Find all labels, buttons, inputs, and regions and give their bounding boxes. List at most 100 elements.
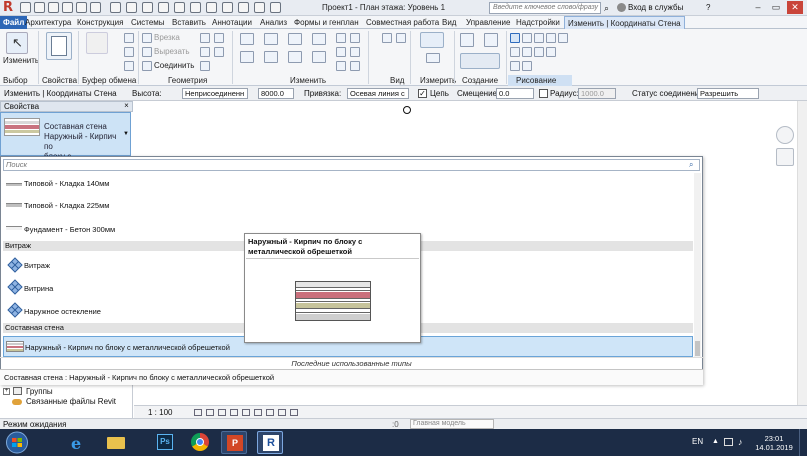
paste-icon[interactable] xyxy=(86,32,108,54)
draw-arc-tangent-icon[interactable] xyxy=(534,47,544,57)
list-item[interactable]: Типовой - Кладка 225мм xyxy=(3,197,693,217)
split-icon[interactable] xyxy=(336,33,346,43)
unjoin-icon[interactable] xyxy=(200,61,210,71)
list-item[interactable]: Типовой - Кладка 140мм xyxy=(3,176,693,196)
undo-icon[interactable] xyxy=(62,2,73,13)
draw-fillet-arc-icon[interactable] xyxy=(546,47,556,57)
align-icon[interactable] xyxy=(240,33,254,45)
dropdown-scrollbar[interactable] xyxy=(694,173,701,358)
customize-qat-icon[interactable] xyxy=(270,2,281,13)
mirror-draw-icon[interactable] xyxy=(312,33,326,45)
close-button[interactable]: ✕ xyxy=(787,1,803,14)
tab-annotate[interactable]: Аннотации xyxy=(209,16,255,29)
language-indicator[interactable]: EN xyxy=(692,437,703,446)
offset-input[interactable]: 0.0 xyxy=(496,88,534,99)
revit-taskbar-icon[interactable]: R xyxy=(257,431,283,454)
visual-style-icon[interactable] xyxy=(206,409,214,416)
minimize-button[interactable]: – xyxy=(750,1,766,14)
tab-manage[interactable]: Управление xyxy=(463,16,513,29)
radius-input[interactable]: 1000.0 xyxy=(578,88,616,99)
redo-icon[interactable] xyxy=(76,2,87,13)
draw-circle-icon[interactable] xyxy=(558,33,568,43)
clipboard-panel-label[interactable]: Буфер обмена xyxy=(82,75,136,86)
cut-clipboard-icon[interactable] xyxy=(124,47,134,57)
location-line-select[interactable]: Осевая линия с xyxy=(347,88,409,99)
tab-collaborate[interactable]: Совместная работа xyxy=(363,16,442,29)
tab-addins[interactable]: Надстройки xyxy=(513,16,563,29)
offset-icon[interactable] xyxy=(264,33,278,45)
browser-groups[interactable]: Группы xyxy=(26,387,53,396)
search-icon[interactable]: ⌕ xyxy=(689,160,693,170)
draw-arc-start-end-icon[interactable] xyxy=(510,47,520,57)
crop-view-icon[interactable] xyxy=(242,409,250,416)
draw-line-icon[interactable] xyxy=(510,33,520,43)
lock-view-icon[interactable] xyxy=(266,409,274,416)
properties-icon[interactable] xyxy=(46,32,72,60)
user-icon[interactable] xyxy=(617,3,626,12)
maximize-button[interactable]: ▭ xyxy=(768,1,784,14)
start-button[interactable] xyxy=(5,431,29,454)
save-icon[interactable] xyxy=(34,2,45,13)
cope-icon[interactable] xyxy=(142,33,152,43)
match-properties-icon[interactable] xyxy=(124,61,134,71)
dimension-tool-icon[interactable] xyxy=(426,53,440,63)
open-icon[interactable] xyxy=(20,2,31,13)
tab-structure[interactable]: Конструкция xyxy=(74,16,126,29)
thin-lines-icon[interactable] xyxy=(222,2,233,13)
draw-arc-center-icon[interactable] xyxy=(522,47,532,57)
help-icon[interactable]: ? xyxy=(706,3,710,12)
pick-lines-icon[interactable] xyxy=(510,61,520,71)
move-icon[interactable] xyxy=(240,51,254,63)
show-desktop-button[interactable] xyxy=(799,429,807,456)
modify-tool-icon[interactable]: ↖ xyxy=(6,32,28,54)
draw-polygon-icon[interactable] xyxy=(534,33,544,43)
modify-panel-label[interactable]: Изменить xyxy=(290,75,326,86)
cut-label[interactable]: Вырезать xyxy=(154,47,190,56)
show-crop-icon[interactable] xyxy=(254,409,262,416)
detail-level-icon[interactable] xyxy=(194,409,202,416)
create-similar-icon[interactable] xyxy=(460,33,474,47)
height-input[interactable]: 8000.0 xyxy=(258,88,294,99)
draw-rectangle-icon[interactable] xyxy=(522,33,532,43)
cut-geometry-label[interactable]: Врезка xyxy=(154,33,180,42)
join-icon[interactable] xyxy=(142,61,152,71)
copy-element-icon[interactable] xyxy=(264,51,278,63)
reveal-hidden-icon[interactable] xyxy=(290,409,298,416)
dimension-icon[interactable] xyxy=(142,2,153,13)
properties-button-label[interactable]: Свойства xyxy=(42,75,77,86)
ie-taskbar-icon[interactable]: e xyxy=(66,431,92,454)
section-icon[interactable] xyxy=(206,2,217,13)
tab-analyze[interactable]: Анализ xyxy=(257,16,290,29)
temporary-hide-icon[interactable] xyxy=(278,409,286,416)
draw-inscribed-icon[interactable] xyxy=(546,33,556,43)
unpin-icon[interactable] xyxy=(350,47,360,57)
select-panel-label[interactable]: Выбор xyxy=(3,75,28,86)
network-icon[interactable] xyxy=(724,438,733,446)
override-icon[interactable] xyxy=(396,33,406,43)
wall-joins-icon[interactable] xyxy=(200,47,210,57)
close-views-icon[interactable] xyxy=(238,2,249,13)
draw-panel-label[interactable]: Рисование xyxy=(508,75,572,86)
join-status-select[interactable]: Разрешить xyxy=(697,88,759,99)
create-group-icon[interactable] xyxy=(484,33,498,47)
type-search-input[interactable]: Поиск xyxy=(3,159,700,171)
tab-systems[interactable]: Системы xyxy=(128,16,168,29)
powerpoint-taskbar-icon[interactable]: P xyxy=(221,431,247,454)
shadows-icon[interactable] xyxy=(230,409,238,416)
search-input[interactable]: Введите ключевое слово/фразу xyxy=(489,2,601,14)
redo-dropdown-icon[interactable] xyxy=(90,2,101,13)
binoculars-icon[interactable]: ⌕ xyxy=(604,3,609,14)
array-icon[interactable] xyxy=(336,47,346,57)
copy-icon[interactable] xyxy=(124,33,134,43)
browser-revit-links[interactable]: Связанные файлы Revit xyxy=(26,397,116,406)
chain-checkbox[interactable]: ✓ xyxy=(418,89,427,98)
tab-insert[interactable]: Вставить xyxy=(169,16,209,29)
measure-tool-icon[interactable] xyxy=(420,32,444,48)
paint-icon[interactable] xyxy=(214,33,224,43)
pin-icon[interactable] xyxy=(350,33,360,43)
vertical-scrollbar[interactable] xyxy=(797,101,807,405)
tab-massing-site[interactable]: Формы и генплан xyxy=(291,16,362,29)
scale-icon[interactable] xyxy=(336,61,346,71)
text-icon[interactable] xyxy=(174,2,185,13)
sync-icon[interactable] xyxy=(48,2,59,13)
